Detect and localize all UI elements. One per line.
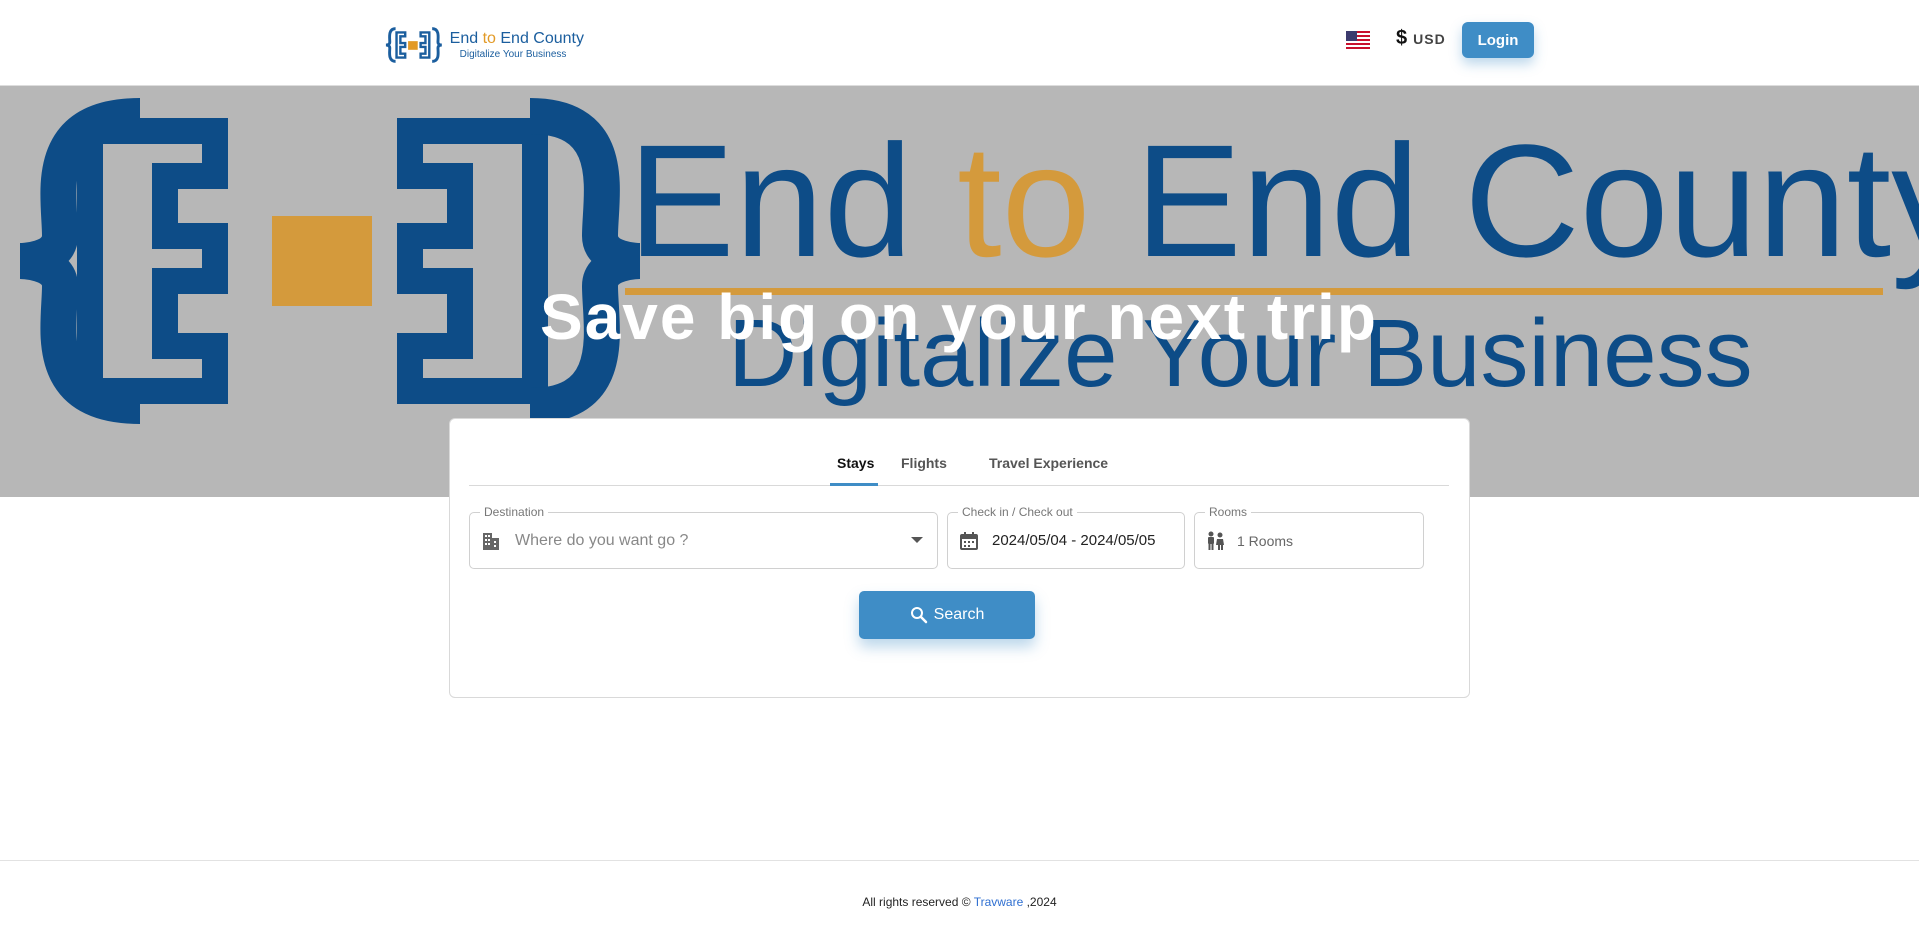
currency-symbol: $ [1396, 27, 1408, 49]
date-range-value[interactable]: 2024/05/04 - 2024/05/05 [992, 532, 1155, 549]
destination-input[interactable]: Where do you want go ? [515, 532, 688, 550]
destination-field[interactable]: Destination Where do you want go ? [469, 505, 938, 569]
rooms-label: Rooms [1205, 505, 1252, 519]
date-range-field[interactable]: Check in / Check out 2024/05/04 - 2024/0… [947, 505, 1185, 569]
tab-stays[interactable]: Stays [837, 455, 874, 471]
family-icon [1208, 531, 1224, 550]
hero-bg-title: End to End County [628, 111, 1919, 290]
search-card: Stays Flights Travel Experience Destinat… [449, 418, 1470, 698]
search-button[interactable]: Search [859, 591, 1035, 639]
logo-title: End to End County [449, 29, 584, 47]
search-icon [910, 607, 927, 624]
currency-selector[interactable]: $ USD [1396, 27, 1446, 50]
chevron-down-icon[interactable] [911, 537, 923, 543]
destination-label: Destination [480, 505, 549, 519]
page-footer: All rights reserved © Travware ,2024 [0, 860, 1919, 949]
logo-subtitle: Digitalize Your Business [459, 48, 567, 60]
footer-copyright: All rights reserved © Travware ,2024 [862, 895, 1057, 909]
us-flag-icon[interactable] [1346, 31, 1370, 49]
brand-logo[interactable]: End to End County Digitalize Your Busine… [384, 24, 584, 66]
rooms-field[interactable]: Rooms 1 Rooms [1194, 505, 1424, 569]
calendar-icon [960, 532, 978, 550]
building-icon [483, 533, 499, 550]
tab-flights[interactable]: Flights [901, 455, 947, 471]
logo-text: End to End County Digitalize Your Busine… [449, 29, 584, 60]
tab-travel-experience[interactable]: Travel Experience [989, 455, 1108, 471]
active-tab-indicator [830, 483, 878, 486]
search-button-label: Search [933, 606, 985, 623]
footer-travware-link[interactable]: Travware [974, 895, 1024, 909]
login-button[interactable]: Login [1462, 22, 1534, 58]
hero-title: Save big on your next trip [540, 281, 1378, 353]
e2e-logo-icon [385, 27, 442, 63]
currency-code: USD [1413, 30, 1446, 47]
top-header: End to End County Digitalize Your Busine… [0, 0, 1919, 86]
search-tabs: Stays Flights Travel Experience [469, 439, 1449, 486]
rooms-value[interactable]: 1 Rooms [1237, 533, 1293, 549]
date-range-label: Check in / Check out [958, 505, 1077, 519]
